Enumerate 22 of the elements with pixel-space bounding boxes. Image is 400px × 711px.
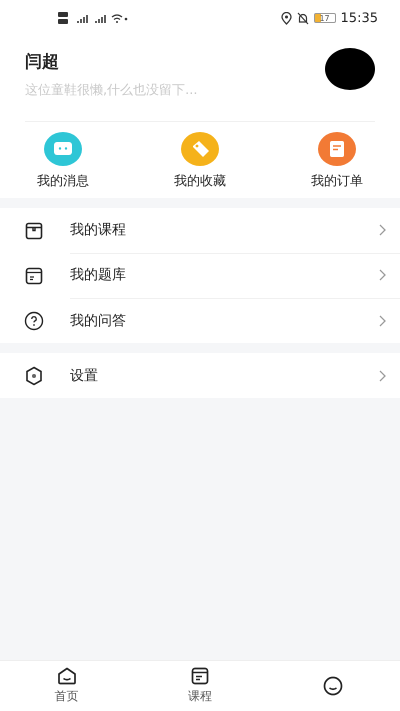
chevron-icon	[379, 370, 386, 382]
location-icon	[280, 12, 292, 24]
nav-tab[interactable]: 课程	[133, 661, 267, 711]
chevron-icon	[379, 314, 386, 326]
shortcut-button[interactable]: 我的订单	[282, 132, 392, 190]
nav-tab[interactable]: 首页	[0, 661, 134, 711]
home-icon	[56, 667, 77, 685]
folder-icon	[25, 266, 43, 284]
chevron-icon	[379, 269, 386, 281]
clock-time: 15:35	[340, 10, 378, 26]
shortcut-button[interactable]: 我的收藏	[145, 132, 255, 190]
book-icon	[190, 667, 209, 685]
question-icon	[24, 310, 44, 330]
box-icon	[25, 222, 43, 240]
shortcut-button[interactable]: 我的消息	[8, 132, 118, 190]
avatar[interactable]	[325, 48, 375, 90]
user-name: 闫超	[25, 51, 60, 73]
chevron-icon	[379, 224, 386, 236]
settings-icon	[25, 366, 43, 386]
bell-off-icon	[296, 12, 309, 24]
user-icon	[323, 676, 344, 696]
signal-icon	[58, 11, 128, 25]
